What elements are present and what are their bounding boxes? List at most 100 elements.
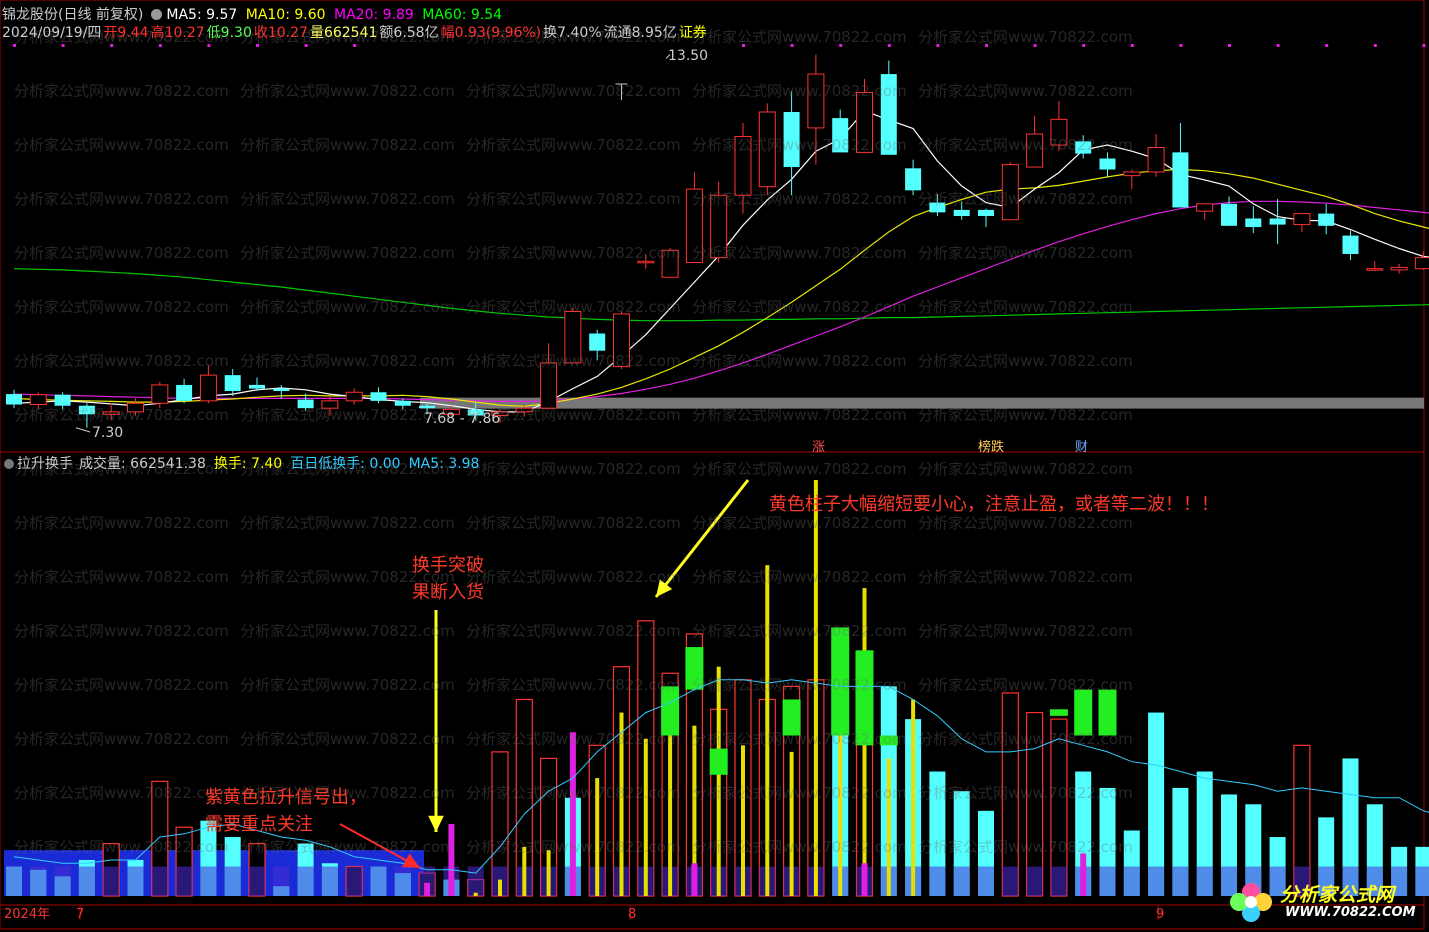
candle-body — [905, 168, 922, 191]
ma60-line — [13, 268, 1429, 322]
header-row-2: 2024/09/19/四 开9.44 高10.27 低9.30 收10.27 量66254… — [2, 25, 711, 41]
candle-body — [856, 91, 873, 153]
arrow-warning — [654, 479, 750, 598]
volume-value: 量662541 — [309, 25, 378, 41]
candle-body — [1318, 213, 1335, 226]
candle-body — [613, 313, 630, 368]
axis-month-9: 9 — [1156, 907, 1165, 922]
signal-dot — [1373, 44, 1377, 47]
open-value: 开9.44 — [103, 25, 149, 41]
green-signal-block — [855, 650, 874, 746]
high-value: 高10.27 — [150, 25, 205, 41]
volume-base — [953, 866, 970, 896]
candle-body — [1342, 235, 1359, 254]
volume-base — [394, 866, 411, 896]
volume-base — [1099, 866, 1116, 896]
low-price-label: 7.30 — [92, 425, 124, 441]
volume-base — [1415, 866, 1429, 896]
volume-base — [370, 866, 387, 896]
ma5-value: MA5: 9.57 — [166, 7, 238, 23]
candle-body — [151, 384, 169, 404]
signal-dot — [1228, 44, 1231, 47]
indicator-volume: 成交量: 662541.38 — [79, 456, 206, 472]
rise-signal-bar — [448, 823, 455, 896]
candle-body — [54, 394, 71, 406]
volume-base — [467, 866, 484, 896]
green-signal-block — [1074, 689, 1093, 736]
turnover-signal-bar — [522, 846, 527, 896]
signal-dot — [304, 44, 308, 47]
turnover-value: 换7.40% — [543, 25, 602, 41]
candle-body — [199, 374, 217, 402]
candle-body — [249, 384, 265, 389]
turnover-signal-bar — [619, 712, 624, 896]
candle-body — [1221, 203, 1237, 226]
volume-base — [127, 866, 144, 896]
candle-body — [176, 384, 193, 401]
volume-bar — [1001, 692, 1019, 897]
signal-dot — [1422, 44, 1426, 47]
volume-base — [176, 866, 193, 896]
axis-month-8: 8 — [628, 907, 637, 922]
turnover-signal-bar — [643, 738, 648, 896]
band-range-label: 7.68 - 7.86 — [424, 411, 501, 427]
volume-base — [1026, 866, 1043, 896]
candle-body — [929, 202, 946, 213]
event-tag-rise[interactable]: 涨 — [812, 436, 825, 455]
indicator-name[interactable]: 拉升换手 — [17, 456, 73, 472]
rise-signal-bar — [424, 882, 431, 896]
candle-body — [273, 388, 290, 392]
signal-dot — [13, 44, 16, 47]
event-tag-finance[interactable]: 财 — [1075, 436, 1088, 455]
rise-signal-bar — [691, 863, 698, 896]
candle-body — [370, 392, 387, 401]
green-signal-block — [685, 647, 704, 690]
signal-dot — [790, 44, 794, 47]
candle-body — [832, 118, 849, 153]
signal-dot — [61, 44, 65, 47]
volume-base — [1148, 866, 1165, 896]
rise-signal-bar — [569, 732, 576, 896]
dropdown-icon[interactable] — [151, 9, 163, 20]
stock-title[interactable]: 锦龙股份(日线 前复权) — [2, 7, 143, 23]
signal-dot — [1276, 44, 1280, 47]
candle-body — [1075, 141, 1092, 154]
candle-body — [1123, 171, 1141, 177]
green-signal-block — [879, 735, 898, 746]
candle-body — [685, 188, 703, 264]
candle-body — [661, 249, 679, 278]
volume-base — [273, 866, 290, 896]
candle-body — [345, 391, 363, 402]
ma10-value: MA10: 9.60 — [245, 7, 326, 23]
annotation-signal-line1: 紫黄色拉升信号出， — [205, 787, 367, 808]
volume-base — [1196, 866, 1213, 896]
indicator-ma5: MA5: 3.98 — [408, 456, 480, 472]
annotation-breakout: 换手突破 果断入货 — [412, 552, 484, 606]
candle-body — [589, 333, 606, 351]
turnover-signal-bar — [911, 699, 916, 896]
green-signal-block — [709, 748, 728, 775]
header-row-1: 锦龙股份(日线 前复权) MA5: 9.57 MA10: 9.60 MA20: 9… — [2, 7, 506, 23]
candle-body — [102, 411, 120, 415]
logo-url: WWW.70822.COM — [1285, 905, 1416, 920]
candle-body — [6, 394, 22, 405]
float-cap-value: 流通8.95亿 — [603, 25, 677, 41]
green-signal-block — [782, 699, 801, 736]
candle-body — [1293, 213, 1311, 226]
event-tag-list[interactable]: 榜跌 — [978, 436, 1004, 455]
turnover-signal-bar — [473, 892, 478, 896]
candle-body — [515, 407, 533, 413]
indicator-menu-icon[interactable] — [4, 459, 14, 469]
candle-body — [1147, 146, 1165, 173]
axis-year: 2024年 — [4, 907, 51, 922]
date-label: 2024/09/19/四 — [2, 25, 102, 41]
signal-dot — [1082, 44, 1086, 47]
indicator-header: 拉升换手 成交量: 662541.38 换手: 7.40 百日低换手: 0.00 MA5… — [2, 456, 483, 472]
volume-base — [297, 866, 314, 896]
turnover-signal-bar — [716, 666, 721, 896]
sector-label[interactable]: 证券 — [679, 25, 707, 41]
candle-body — [637, 260, 655, 264]
turnover-signal-bar — [789, 751, 794, 896]
signal-dot — [936, 44, 940, 47]
candle-body — [127, 402, 144, 413]
